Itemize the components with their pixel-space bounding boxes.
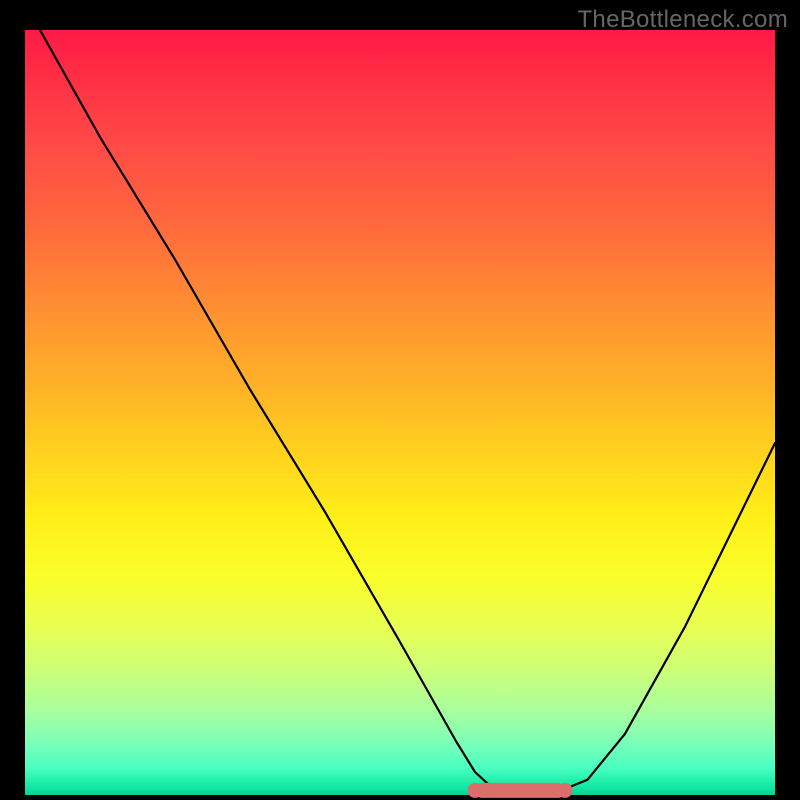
curve-svg	[25, 30, 775, 795]
trough-body	[475, 783, 565, 797]
plot-area	[25, 30, 775, 795]
trough-right-cap	[558, 783, 572, 797]
watermark-text: TheBottleneck.com	[577, 6, 788, 34]
trough-highlight	[468, 783, 572, 797]
bottleneck-curve-line	[40, 30, 775, 790]
chart-stage: TheBottleneck.com	[0, 0, 800, 800]
